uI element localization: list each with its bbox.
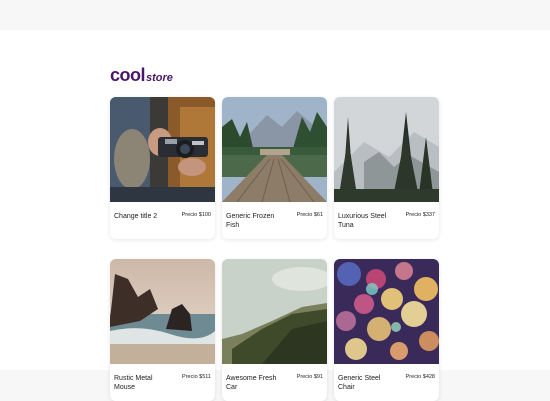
product-card[interactable]: Generic Frozen Fish Precio $61 [222, 97, 327, 239]
brand-logo-store: store [146, 72, 173, 84]
product-info: Rustic Metal Mouse Precio $511 [110, 364, 215, 401]
product-name[interactable]: Rustic Metal Mouse [114, 374, 174, 392]
product-info: Generic Frozen Fish Precio $61 [222, 202, 327, 239]
product-name[interactable]: Generic Frozen Fish [226, 212, 286, 230]
product-card[interactable]: Generic Steel Chair Precio $428 [334, 259, 439, 401]
product-image [110, 97, 215, 202]
product-price: Precio $100 [181, 212, 211, 218]
product-card[interactable]: Rustic Metal Mouse Precio $511 [110, 259, 215, 401]
product-price: Precio $91 [296, 374, 323, 380]
product-info: Awesome Fresh Car Precio $91 [222, 364, 327, 401]
product-image [334, 259, 439, 364]
product-card[interactable]: Awesome Fresh Car Precio $91 [222, 259, 327, 401]
product-image [334, 97, 439, 202]
product-image [222, 259, 327, 364]
product-image [110, 259, 215, 364]
product-grid: Change title 2 Precio $100 Generic Froze… [110, 97, 440, 401]
brand-logo[interactable]: cool store [110, 65, 173, 86]
product-card[interactable]: Luxurious Steel Tuna Precio $337 [334, 97, 439, 239]
product-price: Precio $61 [296, 212, 323, 218]
product-card[interactable]: Change title 2 Precio $100 [110, 97, 215, 239]
product-price: Precio $337 [405, 212, 435, 218]
product-name[interactable]: Luxurious Steel Tuna [338, 212, 398, 230]
product-price: Precio $511 [182, 374, 211, 380]
product-price: Precio $428 [405, 374, 435, 380]
page: cool store Change title 2 Precio $100 Ge… [0, 30, 550, 401]
product-info: Generic Steel Chair Precio $428 [334, 364, 439, 401]
product-info: Change title 2 Precio $100 [110, 202, 215, 239]
product-name[interactable]: Change title 2 [114, 212, 174, 221]
product-info: Luxurious Steel Tuna Precio $337 [334, 202, 439, 239]
product-name[interactable]: Generic Steel Chair [338, 374, 398, 392]
brand-logo-cool: cool [110, 65, 146, 85]
product-image [222, 97, 327, 202]
product-name[interactable]: Awesome Fresh Car [226, 374, 286, 392]
